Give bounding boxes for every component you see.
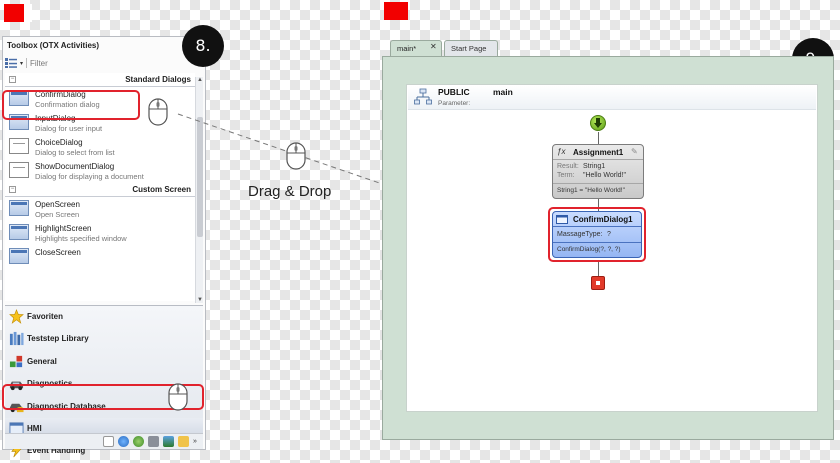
highlight-confirm-node	[548, 207, 646, 262]
procedure-visibility: PUBLIC	[438, 87, 470, 97]
flow-connector	[598, 132, 599, 144]
node-header: ƒx Assignment1 ✎	[553, 145, 643, 160]
term-label: Term:	[557, 172, 575, 179]
procedure-name: main	[493, 87, 513, 97]
procedure-parameter-label: Parameter:	[438, 100, 471, 107]
result-label: Result:	[557, 163, 579, 170]
tab-label: Start Page	[451, 44, 487, 53]
node-title: Assignment1	[573, 148, 624, 157]
tab-label: main*	[397, 44, 417, 53]
mouse-icon	[148, 98, 168, 126]
assignment-node[interactable]: ƒx Assignment1 ✎ Result: String1 Term: "…	[552, 144, 644, 199]
wrench-icon[interactable]: ✎	[631, 147, 638, 156]
mouse-icon	[286, 142, 306, 170]
node-divider	[553, 183, 643, 184]
close-icon[interactable]: ✕	[430, 42, 437, 51]
mouse-icon	[168, 383, 188, 411]
arrow-down-icon	[594, 118, 602, 128]
drag-drop-label: Drag & Drop	[248, 183, 332, 200]
function-icon: ƒx	[557, 147, 566, 156]
result-value: String1	[583, 163, 606, 170]
procedure-icon	[414, 88, 432, 105]
term-value: "Hello World!"	[583, 172, 626, 179]
start-node[interactable]	[590, 115, 606, 131]
tab-start-page[interactable]: Start Page	[444, 40, 498, 56]
flow-connector	[598, 262, 599, 276]
end-node[interactable]	[591, 276, 605, 290]
assignment-summary: String1 = "Hello World!"	[557, 187, 625, 194]
